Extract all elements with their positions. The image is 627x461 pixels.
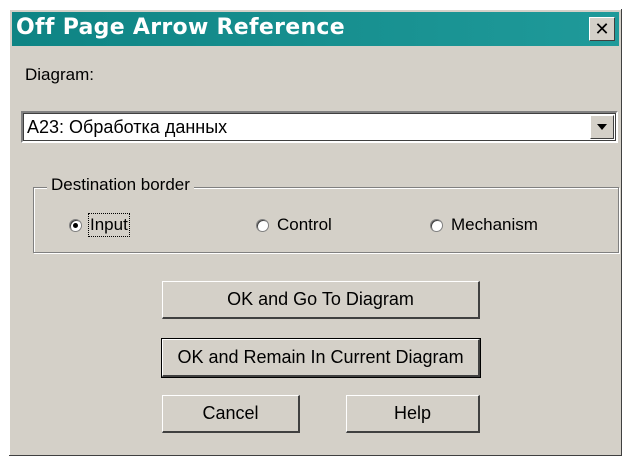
diagram-select[interactable]: A23: Обработка данных xyxy=(21,111,618,143)
radio-control-indicator[interactable] xyxy=(256,218,269,232)
diagram-select-value: A23: Обработка данных xyxy=(27,117,228,137)
radio-input-indicator[interactable] xyxy=(69,218,82,232)
radio-input[interactable]: Input xyxy=(69,213,130,237)
title-bar[interactable]: Off Page Arrow Reference ✕ xyxy=(12,12,619,46)
ok-remain-label: OK and Remain In Current Diagram xyxy=(177,347,464,367)
off-page-arrow-reference-dialog: Off Page Arrow Reference ✕ Diagram: A23:… xyxy=(8,8,623,457)
chevron-down-icon xyxy=(597,124,607,130)
radio-mechanism[interactable]: Mechanism xyxy=(430,215,538,235)
diagram-label: Diagram: xyxy=(25,65,94,84)
radio-input-label: Input xyxy=(88,213,130,237)
ok-go-to-diagram-button[interactable]: OK and Go To Diagram xyxy=(162,281,480,319)
ok-go-to-diagram-label: OK and Go To Diagram xyxy=(227,289,414,309)
radio-control-label: Control xyxy=(277,215,332,234)
close-button[interactable]: ✕ xyxy=(589,17,615,41)
help-label: Help xyxy=(393,403,432,423)
cancel-label: Cancel xyxy=(202,403,259,423)
cancel-button[interactable]: Cancel xyxy=(162,395,300,433)
help-button[interactable]: Help xyxy=(346,395,480,433)
radio-mechanism-indicator[interactable] xyxy=(430,218,443,232)
dropdown-button[interactable] xyxy=(590,115,614,139)
ok-remain-button[interactable]: OK and Remain In Current Diagram xyxy=(161,338,481,378)
destination-border-label: Destination border xyxy=(47,175,194,195)
window-title: Off Page Arrow Reference xyxy=(16,15,345,40)
radio-control[interactable]: Control xyxy=(256,215,332,235)
close-icon: ✕ xyxy=(594,18,610,40)
radio-mechanism-label: Mechanism xyxy=(451,215,538,234)
